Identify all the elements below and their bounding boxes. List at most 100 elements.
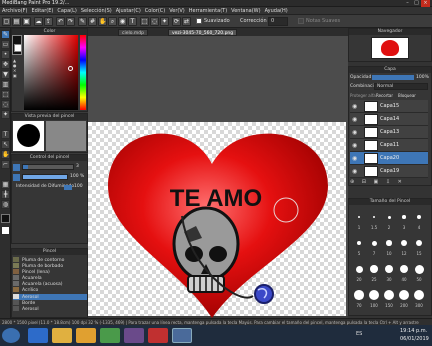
eye-icon[interactable]: ◉ [352, 139, 357, 152]
clock-date[interactable]: 06/01/2019 [400, 336, 429, 342]
eye-icon[interactable]: ◉ [352, 165, 357, 178]
menu-view[interactable]: Ver(V) [167, 7, 187, 15]
flip-icon[interactable]: ⇄ [182, 17, 191, 26]
eraser-icon[interactable]: ▭ [1, 40, 10, 49]
blur-intensity-slider[interactable] [64, 185, 72, 190]
gradient-icon[interactable]: ▥ [1, 80, 10, 89]
media-icon[interactable] [76, 328, 96, 343]
lasso-tool-icon[interactable]: ◌ [1, 100, 10, 109]
blur-icon[interactable]: ◍ [1, 200, 10, 209]
brush-item[interactable]: Acrílico [13, 287, 87, 293]
language-indicator[interactable]: ES [356, 331, 362, 337]
dot-icon[interactable]: • [1, 50, 10, 59]
eye-icon[interactable]: ◉ [352, 100, 357, 113]
secondary-color-swatch[interactable] [1, 226, 10, 235]
brush-size-option[interactable]: 70 [352, 286, 366, 310]
new-file-icon[interactable]: ▢ [2, 17, 11, 26]
eye-icon[interactable]: ◉ [352, 126, 357, 139]
protect-alpha-label[interactable]: Proteger alfa [350, 92, 376, 99]
lock-label[interactable]: Bloquear [398, 92, 416, 99]
frame-icon[interactable]: ▦ [1, 180, 10, 189]
rotate-icon[interactable]: ⟳ [172, 17, 181, 26]
brush-size-option[interactable]: 200 [397, 286, 411, 310]
brush-size-option[interactable]: 1.5 [367, 208, 381, 232]
brush-size-option[interactable]: 20 [352, 260, 366, 284]
grid-icon[interactable]: # [88, 17, 97, 26]
operation-icon[interactable]: ↖ [1, 140, 10, 149]
lasso-icon[interactable]: ◌ [150, 17, 159, 26]
brush-size-option[interactable]: 300 [412, 286, 426, 310]
medibang-taskbar-icon[interactable] [172, 328, 192, 343]
layer-row[interactable]: ◉ Capa13 [350, 126, 428, 139]
menu-adjust[interactable]: Ajustar(C) [114, 7, 143, 15]
brush-size-option[interactable]: 25 [367, 260, 381, 284]
save-icon[interactable]: ▣ [22, 17, 31, 26]
bg-color-box[interactable] [14, 44, 22, 52]
cloud-icon[interactable]: ☁ [34, 17, 43, 26]
correction-select[interactable]: 0 [268, 17, 288, 26]
menu-window[interactable]: Ventana(W) [229, 7, 262, 15]
brush-size-option[interactable]: 100 [367, 286, 381, 310]
brush-icon[interactable]: ✎ [1, 30, 10, 39]
app-icon[interactable] [124, 328, 144, 343]
brush-size-option[interactable]: 3 [397, 208, 411, 232]
smoothing-checkbox[interactable] [196, 18, 202, 24]
layer-row[interactable]: ◉ Capa11 [350, 139, 428, 152]
brush-size-option[interactable]: 7 [367, 234, 381, 258]
maximize-button[interactable]: □ [412, 0, 421, 7]
menu-color[interactable]: Color(C) [143, 7, 167, 15]
hand-icon[interactable]: ✋ [98, 17, 107, 26]
text-tool-icon[interactable]: T [1, 130, 10, 139]
brush-size-slider[interactable] [22, 164, 74, 170]
fill-icon[interactable]: ◉ [118, 17, 127, 26]
clock-time[interactable]: 19:14 p.m. [400, 328, 427, 334]
tab-cielo[interactable]: cielo.mdp [118, 29, 148, 36]
color-cursor[interactable] [68, 66, 73, 71]
brush-size-option[interactable]: 1 [352, 208, 366, 232]
share-icon[interactable]: ⇪ [44, 17, 53, 26]
brush-size-option[interactable]: 150 [382, 286, 396, 310]
chrome-icon[interactable] [100, 328, 120, 343]
layer-actions[interactable]: ⊕ ⊟ ▣ ⇩ ✕ [350, 179, 428, 185]
soft-notes-checkbox[interactable] [298, 18, 304, 24]
brush-tool-icon[interactable]: ✎ [78, 17, 87, 26]
brush-size-grid[interactable]: 1 1.5 2 3 4 5 7 10 12 15 20 25 30 40 50 70 100 150 200 300 [352, 208, 428, 312]
brush-size-option[interactable]: 40 [397, 260, 411, 284]
select-icon[interactable]: ⬚ [1, 90, 10, 99]
open-file-icon[interactable]: ▤ [12, 17, 21, 26]
menu-layer[interactable]: Capa(L) [55, 7, 78, 15]
brush-size-option[interactable]: 10 [382, 234, 396, 258]
blend-select[interactable]: Normal [374, 83, 428, 90]
text-icon[interactable]: T [128, 17, 137, 26]
color-mode-icons[interactable]: ▲ ● ✕ ▣ [13, 58, 17, 78]
hue-slider[interactable] [80, 35, 86, 110]
clip-label[interactable]: Recortar [376, 92, 393, 99]
menu-select[interactable]: Selección(S) [79, 7, 114, 15]
brush-size-option[interactable]: 2 [382, 208, 396, 232]
menu-edit[interactable]: Editar(E) [29, 7, 55, 15]
explorer-icon[interactable] [52, 328, 72, 343]
opacity-slider[interactable] [372, 75, 414, 80]
brush-size-option[interactable]: 4 [412, 208, 426, 232]
brush-size-option[interactable]: 15 [412, 234, 426, 258]
minimize-button[interactable]: – [403, 0, 412, 7]
layer-row-selected[interactable]: ◉ Capa20 [350, 152, 428, 165]
tab-vezi[interactable]: vezi-3045-70_560_720.png [168, 29, 238, 36]
brush-size-option[interactable]: 30 [382, 260, 396, 284]
brush-size-option[interactable]: 50 [412, 260, 426, 284]
wand-icon[interactable]: ✦ [160, 17, 169, 26]
redo-icon[interactable]: ↷ [66, 17, 75, 26]
divide-icon[interactable]: ╋ [1, 190, 10, 199]
wand-tool-icon[interactable]: ✦ [1, 110, 10, 119]
saturation-value-picker[interactable] [24, 35, 78, 110]
select-rect-icon[interactable]: ⬚ [140, 17, 149, 26]
brush-size-option[interactable]: 5 [352, 234, 366, 258]
hand-tool-icon[interactable]: ✋ [1, 150, 10, 159]
magnify-icon[interactable]: ⌕ [108, 17, 117, 26]
fill-bucket-icon[interactable]: ▼ [1, 70, 10, 79]
app-icon[interactable] [148, 328, 168, 343]
menu-tool[interactable]: Herramienta(T) [187, 7, 229, 15]
close-button[interactable]: × [421, 0, 430, 7]
layer-row[interactable]: ◉ Capa14 [350, 113, 428, 126]
brush-item[interactable]: Aerosol [13, 306, 87, 312]
